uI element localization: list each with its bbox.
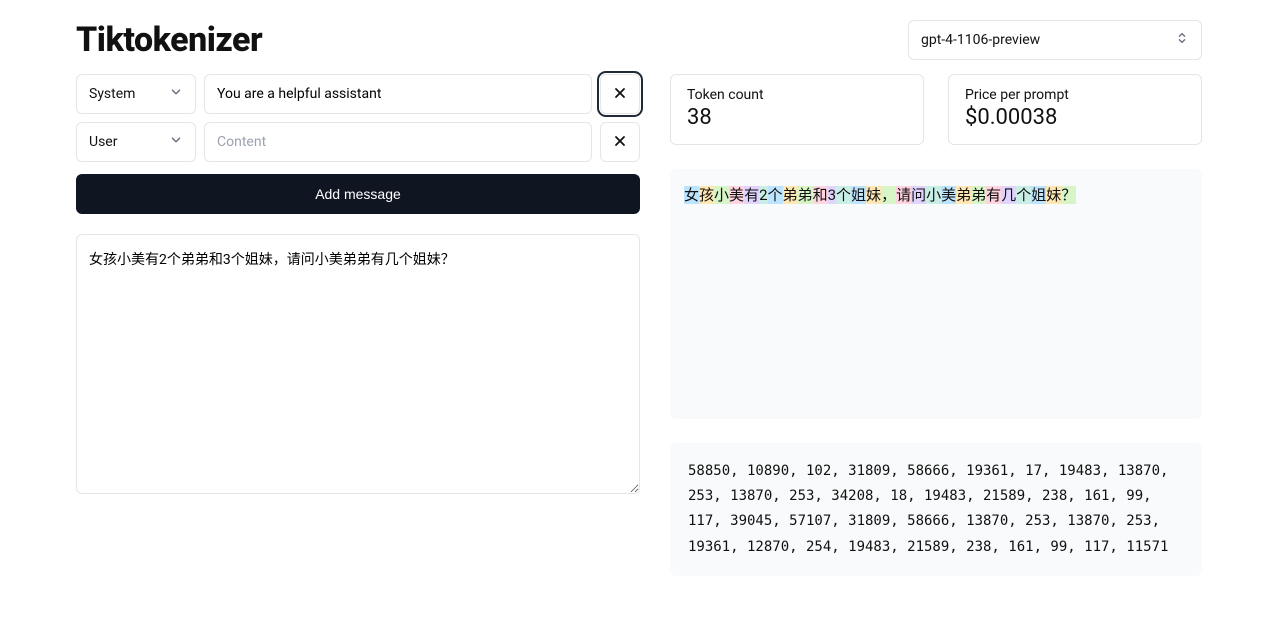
token-span: 个 xyxy=(1016,186,1031,204)
token-span: 个 xyxy=(768,186,783,204)
token-span: ？ xyxy=(1061,186,1076,204)
right-column: Token count 38 Price per prompt $0.00038… xyxy=(670,74,1202,576)
role-select[interactable]: System xyxy=(76,74,196,114)
left-column: System User xyxy=(76,74,640,576)
role-select[interactable]: User xyxy=(76,122,196,162)
token-span: 几 xyxy=(1001,186,1016,204)
token-span: 问 xyxy=(911,186,926,204)
token-span: 孩 xyxy=(699,186,714,204)
token-ids-output: 58850, 10890, 102, 31809, 58666, 19361, … xyxy=(670,443,1202,576)
close-icon xyxy=(612,85,628,104)
token-span: 3 xyxy=(828,186,836,204)
token-span: ， xyxy=(881,186,896,204)
model-select-value: gpt-4-1106-preview xyxy=(921,32,1040,48)
token-span: 女 xyxy=(684,186,699,204)
token-span: 美 xyxy=(729,186,744,204)
message-row: System xyxy=(76,74,640,114)
token-count-card: Token count 38 xyxy=(670,74,924,145)
message-row: User xyxy=(76,122,640,162)
price-value: $0.00038 xyxy=(965,105,1185,130)
token-span: 小 xyxy=(714,186,729,204)
token-span: 弟 xyxy=(798,186,813,204)
token-span: 妹 xyxy=(866,186,881,204)
delete-message-button[interactable] xyxy=(600,74,640,114)
token-span: 有 xyxy=(744,186,759,204)
content-input[interactable] xyxy=(204,74,592,114)
token-span: 弟 xyxy=(956,186,971,204)
token-span: 美 xyxy=(941,186,956,204)
token-span: 姐 xyxy=(1031,186,1046,204)
token-span: 和 xyxy=(813,186,828,204)
token-span: 小 xyxy=(926,186,941,204)
token-span: 弟 xyxy=(971,186,986,204)
token-span: 2 xyxy=(759,186,767,204)
page-title: Tiktokenizer xyxy=(76,20,262,60)
model-select[interactable]: gpt-4-1106-preview xyxy=(908,20,1202,60)
token-span: 姐 xyxy=(851,186,866,204)
token-count-value: 38 xyxy=(687,105,907,130)
raw-text-input[interactable] xyxy=(76,234,640,494)
chevron-down-icon xyxy=(169,133,183,151)
chevron-down-icon xyxy=(169,85,183,103)
token-count-label: Token count xyxy=(687,87,907,103)
content-input[interactable] xyxy=(204,122,592,162)
token-span: 妹 xyxy=(1046,186,1061,204)
add-message-button[interactable]: Add message xyxy=(76,174,640,214)
token-visualization: 女孩小美有2个弟弟和3个姐妹，请问小美弟弟有几个姐妹？ xyxy=(670,169,1202,419)
token-span: 有 xyxy=(986,186,1001,204)
role-select-value: System xyxy=(89,86,135,102)
chevron-updown-icon xyxy=(1175,31,1189,49)
token-span: 弟 xyxy=(783,186,798,204)
role-select-value: User xyxy=(89,134,117,150)
delete-message-button[interactable] xyxy=(600,122,640,162)
price-label: Price per prompt xyxy=(965,87,1185,103)
token-span: 请 xyxy=(896,186,911,204)
price-card: Price per prompt $0.00038 xyxy=(948,74,1202,145)
token-span: 个 xyxy=(836,186,851,204)
close-icon xyxy=(612,133,628,152)
